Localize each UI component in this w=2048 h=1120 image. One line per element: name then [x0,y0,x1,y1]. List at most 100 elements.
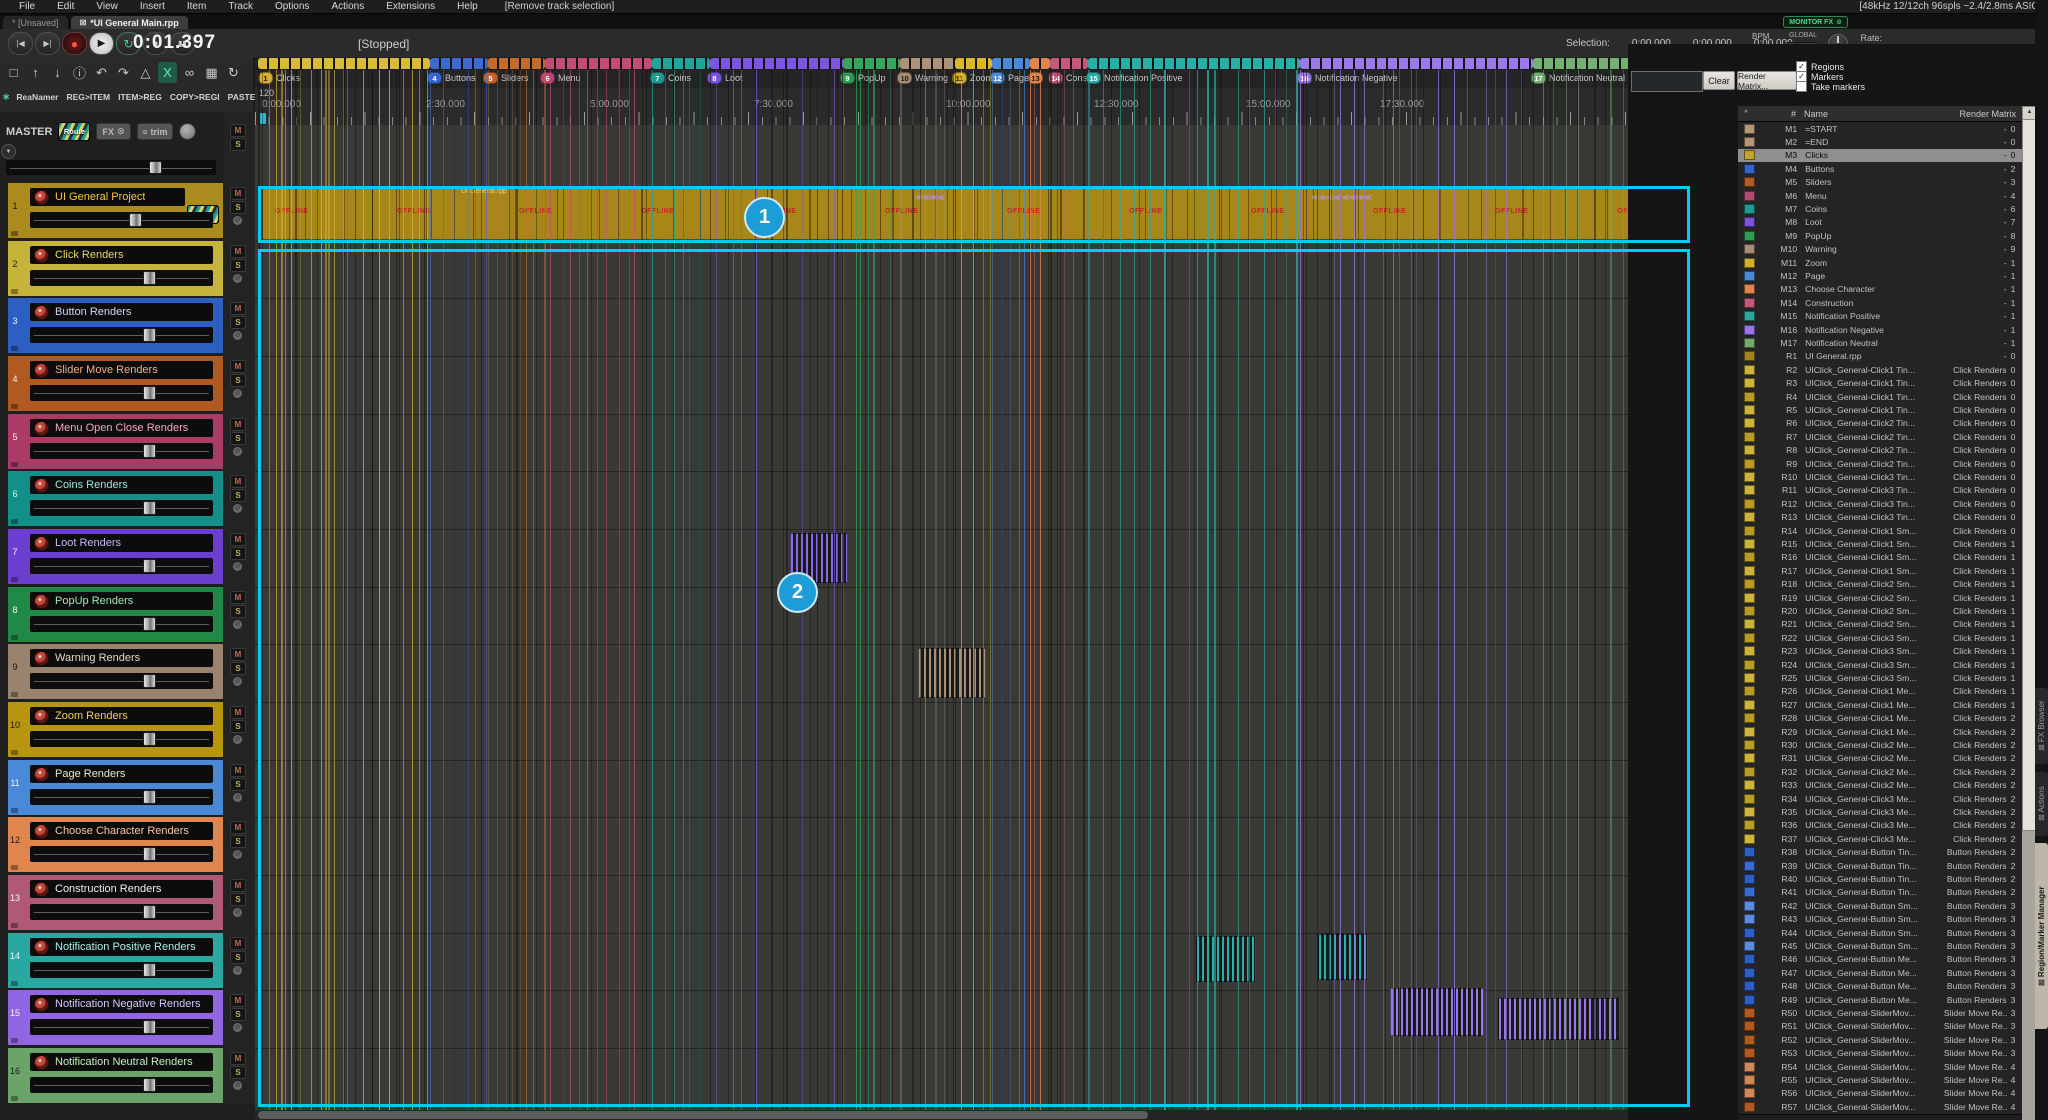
pan-knob-track1[interactable]: ⊘ [233,216,242,225]
track1-media-items[interactable]: UI General.rpp OFFLINEOFFLINEOFFLINEOFFL… [262,186,1719,240]
table-row-R51[interactable]: R51UIClick_General-SliderMov...Slider Mo… [1738,1020,2022,1034]
track-header-14[interactable]: 14Notification Positive Renders [0,933,223,988]
region-marker-8[interactable]: 8Loot [707,72,743,84]
table-row-R18[interactable]: R18UIClick_General-Click2 Sm...Click Ren… [1738,578,2022,592]
track-header-1[interactable]: 1UI General ProjectRoute [0,183,223,238]
table-row-M16[interactable]: M16Notification Negative-1 [1738,323,2022,337]
track-body[interactable]: Menu Open Close Renders [22,414,223,469]
region-marker-labels[interactable]: 1Clicks4Buttons5Sliders6Menu7Coins8Loot9… [255,70,1723,89]
folder-toggle-icon[interactable] [11,404,18,409]
record-arm-button[interactable] [34,651,49,666]
track-volume-fader[interactable] [30,443,213,459]
master-trim-button[interactable]: ≈trim [137,123,174,140]
menu-track[interactable]: Track [217,1,264,12]
table-row-R52[interactable]: R52UIClick_General-SliderMov...Slider Mo… [1738,1033,2022,1047]
table-row-R54[interactable]: R54UIClick_General-SliderMov...Slider Mo… [1738,1060,2022,1074]
folder-toggle-icon[interactable] [11,750,18,755]
table-row-R4[interactable]: R4UIClick_General-Click1 Tin...Click Ren… [1738,390,2022,404]
solo-button-track4[interactable]: S [230,374,246,387]
table-row-R24[interactable]: R24UIClick_General-Click3 Sm...Click Ren… [1738,658,2022,672]
solo-button-track5[interactable]: S [230,432,246,445]
region-segment-bar[interactable] [843,58,900,69]
media-item-cluster[interactable] [1390,988,1484,1036]
region-marker-4[interactable]: 4Buttons [427,72,476,84]
table-row-R49[interactable]: R49UIClick_General-Button Me...Button Re… [1738,993,2022,1007]
edit-cursor[interactable] [260,113,266,124]
record-arm-button[interactable] [34,882,49,897]
track-volume-fader[interactable] [30,558,213,574]
table-row-R21[interactable]: R21UIClick_General-Click2 Sm...Click Ren… [1738,618,2022,632]
pan-knob-track15[interactable]: ⊘ [233,1023,242,1032]
media-item-cluster[interactable] [1196,936,1256,982]
track-header-7[interactable]: 7Loot Renders [0,529,223,584]
metronome-icon[interactable]: △ [136,62,155,83]
record-arm-button[interactable] [34,767,49,782]
table-row-R43[interactable]: R43UIClick_General-Button Sm...Button Re… [1738,913,2022,927]
table-row-R22[interactable]: R22UIClick_General-Click3 Sm...Click Ren… [1738,631,2022,645]
track-body[interactable]: Construction Renders [22,875,223,930]
dock-tab-fx-browser[interactable]: ⊠ FX Browser [2035,688,2048,764]
folder-toggle-icon[interactable] [11,1096,18,1101]
mute-button-track1[interactable]: M [230,187,246,200]
pan-knob-track10[interactable]: ⊘ [233,735,242,744]
track-header-15[interactable]: 15Notification Negative Renders [0,990,223,1045]
record-arm-button[interactable] [34,305,49,320]
table-row-R13[interactable]: R13UIClick_General-Click3 Tin...Click Re… [1738,511,2022,525]
toolbar-button-reanamer[interactable]: ReaNamer [14,89,60,105]
table-row-R6[interactable]: R6UIClick_General-Click2 Tin...Click Ren… [1738,417,2022,431]
table-row-R45[interactable]: R45UIClick_General-Button Sm...Button Re… [1738,939,2022,953]
table-row-R3[interactable]: R3UIClick_General-Click1 Tin...Click Ren… [1738,377,2022,391]
table-row-M17[interactable]: M17Notification Neutral-1 [1738,336,2022,350]
pan-knob-track11[interactable]: ⊘ [233,793,242,802]
region-lane-bar[interactable] [255,57,1723,70]
fader-thumb[interactable] [143,386,156,400]
table-row-R44[interactable]: R44UIClick_General-Button Sm...Button Re… [1738,926,2022,940]
media-item-cluster[interactable] [1498,998,1620,1040]
track-volume-fader[interactable] [30,673,213,689]
folder-toggle-icon[interactable] [11,231,18,236]
table-row-R36[interactable]: R36UIClick_General-Click3 Me...Click Ren… [1738,819,2022,833]
menu-file[interactable]: File [8,1,46,12]
region-segment-bar[interactable] [545,58,652,69]
master-fx-button[interactable]: FX⊙ [96,123,130,140]
pan-knob-track6[interactable]: ⊘ [233,504,242,513]
solo-button-track9[interactable]: S [230,662,246,675]
track-body[interactable]: Page Renders [22,760,223,815]
project-tab-active[interactable]: ⊠*UI General Main.rpp [71,16,188,29]
track-header-4[interactable]: 4Slider Move Renders [0,356,223,411]
region-segment-bar[interactable] [652,58,710,69]
table-row-R31[interactable]: R31UIClick_General-Click2 Me...Click Ren… [1738,752,2022,766]
table-row-R12[interactable]: R12UIClick_General-Click3 Tin...Click Re… [1738,497,2022,511]
table-row-M11[interactable]: M11Zoom-1 [1738,256,2022,270]
track-volume-fader[interactable] [30,212,213,228]
table-row-R47[interactable]: R47UIClick_General-Button Me...Button Re… [1738,966,2022,980]
project-info-icon[interactable]: ⓘ [70,62,89,83]
master-route-button[interactable]: Route [58,122,90,141]
region-segment-bar[interactable] [710,58,843,69]
track-volume-fader[interactable] [30,962,213,978]
track-volume-fader[interactable] [30,500,213,516]
checkbox-take-markers[interactable]: Take markers [1796,81,1865,92]
table-row-R23[interactable]: R23UIClick_General-Click3 Sm...Click Ren… [1738,645,2022,659]
sort-indicator-icon[interactable]: ^ [1738,110,1754,117]
track-header-10[interactable]: 10Zoom Renders [0,702,223,757]
track-collapse-button[interactable]: ▼ [1,144,16,159]
region-marker-9[interactable]: 9PopUp [840,72,886,84]
mute-button-track11[interactable]: M [230,764,246,777]
toolbar-button-copy-regi[interactable]: COPY>REGI [168,89,222,105]
clear-button[interactable]: Clear [1703,71,1735,90]
arrange-view[interactable]: UI General.rpp OFFLINEOFFLINEOFFLINEOFFL… [255,125,1723,1110]
record-arm-button[interactable] [34,536,49,551]
toolbar-button-reg-item[interactable]: REG>ITEM [64,89,112,105]
track-body[interactable]: Slider Move Renders [22,356,223,411]
region-marker-1[interactable]: 1Clicks [258,72,300,84]
track-volume-fader[interactable] [30,1019,213,1035]
fader-thumb[interactable] [143,674,156,688]
table-row-M2[interactable]: M2=END-0 [1738,135,2022,149]
pan-knob-track2[interactable]: ⊘ [233,274,242,283]
record-arm-button[interactable] [34,1055,49,1070]
pan-knob-track13[interactable]: ⊘ [233,908,242,917]
folder-toggle-icon[interactable] [11,289,18,294]
grid-icon[interactable]: ▦ [202,62,221,83]
table-row-R30[interactable]: R30UIClick_General-Click2 Me...Click Ren… [1738,738,2022,752]
